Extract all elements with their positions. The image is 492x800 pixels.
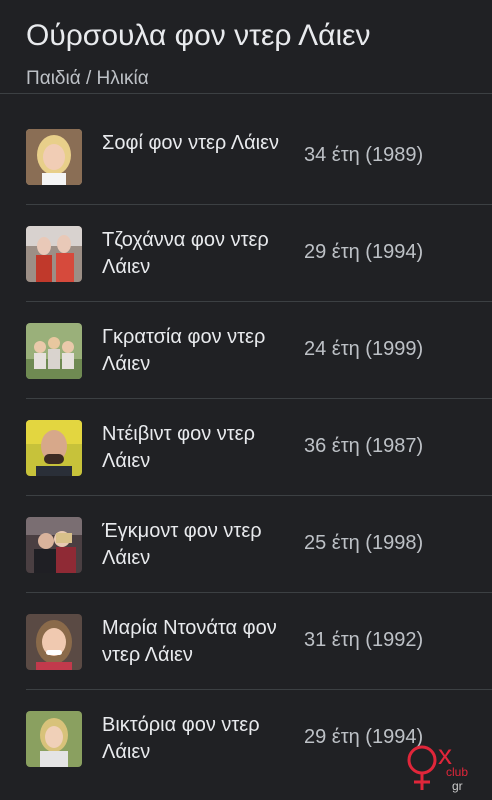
list-item[interactable]: Σοφί φον ντερ Λάιεν 34 έτη (1989): [26, 108, 492, 205]
person-photo-icon: [26, 711, 82, 767]
person-photo-icon: [26, 323, 82, 379]
child-name: Βικτόρια φον ντερ Λάιεν: [102, 714, 260, 763]
list-item[interactable]: Μαρία Ντονάτα φον ντερ Λάιεν 31 έτη (199…: [26, 593, 492, 690]
person-photo-icon: [26, 226, 82, 282]
page-header: Ούρσουλα φον ντερ Λάιεν Παιδιά / Ηλικία: [0, 0, 492, 94]
child-name: Γκρατσία φον ντερ Λάιεν: [102, 326, 266, 375]
child-age: 24 έτη (1999): [304, 338, 424, 360]
person-photo-icon: [26, 420, 82, 476]
child-name: Έγκμοντ φον ντερ Λάιεν: [102, 520, 262, 569]
child-name: Σοφί φον ντερ Λάιεν: [102, 132, 280, 154]
child-name: Τζοχάννα φον ντερ Λάιεν: [102, 229, 269, 278]
child-age: 25 έτη (1998): [304, 532, 424, 554]
list-item[interactable]: Ντέιβιντ φον ντερ Λάιεν 36 έτη (1987): [26, 399, 492, 496]
person-photo-icon: [26, 614, 82, 670]
watermark-suffix: gr: [452, 779, 463, 793]
page-title: Ούρσουλα φον ντερ Λάιεν: [26, 19, 371, 52]
child-age: 36 έτη (1987): [304, 435, 424, 457]
list-item[interactable]: Γκρατσία φον ντερ Λάιεν 24 έτη (1999): [26, 302, 492, 399]
watermark-logo: x club gr: [402, 732, 478, 794]
person-photo-icon: [26, 129, 82, 185]
child-name: Ντέιβιντ φον ντερ Λάιεν: [102, 423, 255, 472]
list-item[interactable]: Έγκμοντ φον ντερ Λάιεν 25 έτη (1998): [26, 496, 492, 593]
list-item[interactable]: Τζοχάννα φον ντερ Λάιεν 29 έτη (1994): [26, 205, 492, 302]
watermark-word: club: [446, 765, 468, 779]
children-list: Σοφί φον ντερ Λάιεν 34 έτη (1989) Τζοχάν…: [0, 108, 492, 787]
child-age: 29 έτη (1994): [304, 241, 424, 263]
page-subtitle: Παιδιά / Ηλικία: [26, 68, 149, 89]
person-photo-icon: [26, 517, 82, 573]
child-age: 31 έτη (1992): [304, 629, 424, 651]
child-name: Μαρία Ντονάτα φον ντερ Λάιεν: [102, 617, 277, 666]
child-age: 34 έτη (1989): [304, 144, 424, 166]
